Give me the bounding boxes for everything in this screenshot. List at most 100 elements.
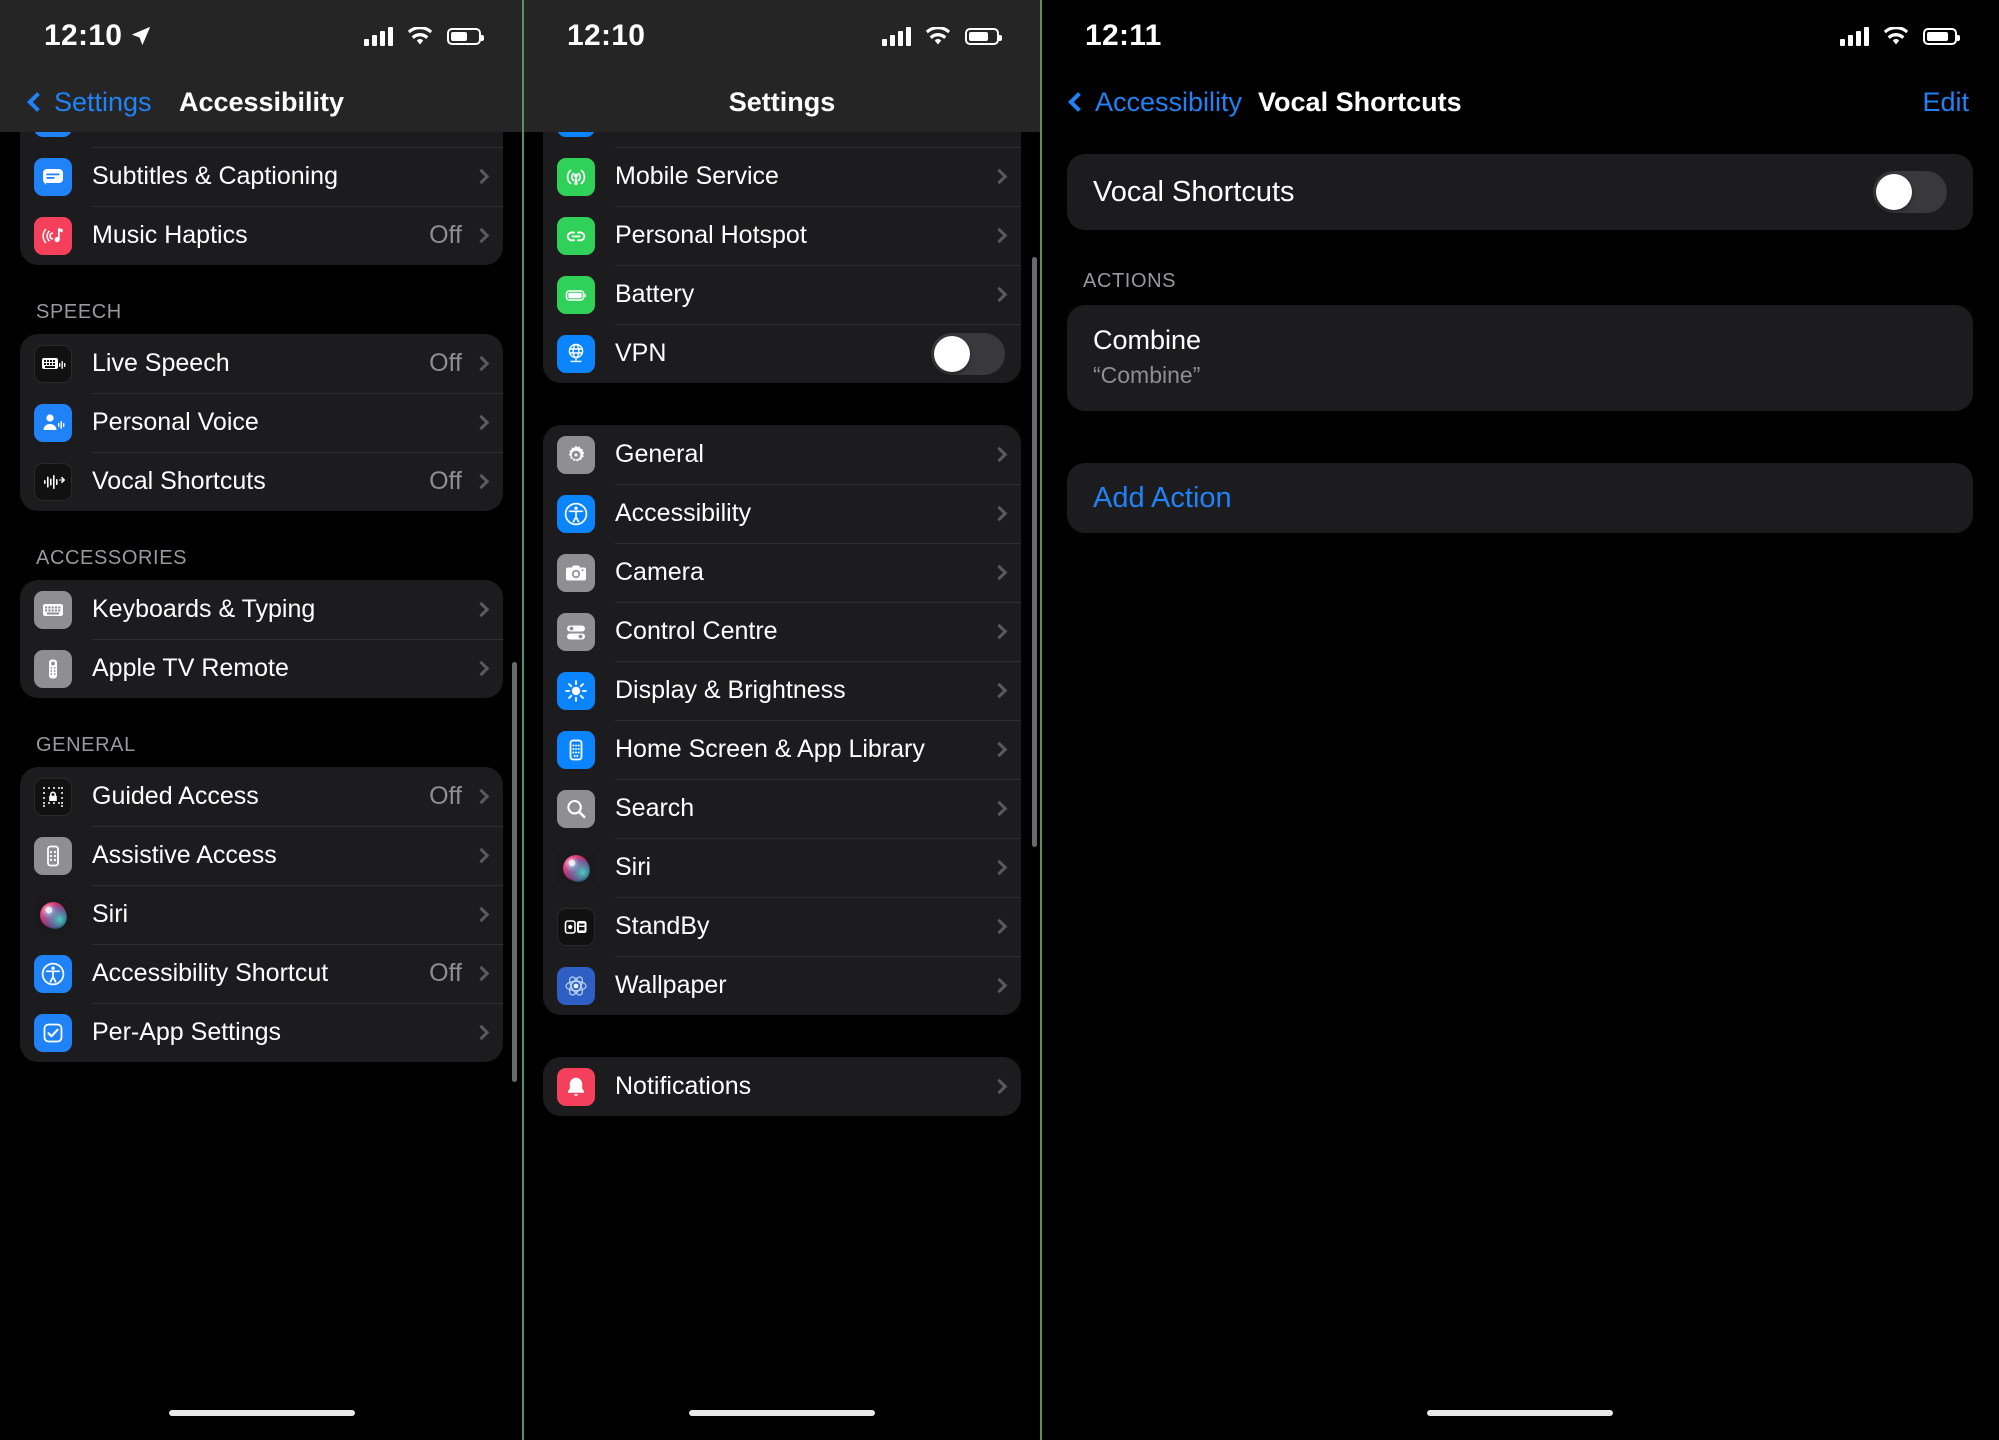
list-item-siri[interactable]: Siri	[543, 838, 1021, 897]
list-item-label: VPN	[615, 339, 667, 367]
list-item-per-app-settings[interactable]: Per-App Settings	[20, 1003, 503, 1062]
list-item-label: Personal Voice	[92, 408, 259, 436]
control-centre-icon	[557, 612, 595, 651]
chevron-right-icon	[991, 168, 1008, 185]
accessibility-scroll-area[interactable]: Audio & Visual Subtitles & Captioning	[0, 132, 523, 1440]
list-item-apple-tv-remote[interactable]: Apple TV Remote	[20, 639, 503, 698]
group-speech: Live Speech Off Personal Voice Vocal Sho…	[20, 334, 503, 511]
chevron-right-icon	[473, 601, 490, 618]
group-vocal-shortcuts-toggle: Vocal Shortcuts	[1067, 154, 1973, 230]
list-item-wallpaper[interactable]: Wallpaper	[543, 956, 1021, 1015]
status-time: 12:10	[567, 19, 646, 52]
phone-screen-settings: 12:10 Settings Bluetooth On	[523, 0, 1041, 1440]
list-item-label: Wallpaper	[615, 971, 727, 999]
group-notifications: Notifications	[543, 1057, 1021, 1116]
list-item-home-screen-app-library[interactable]: Home Screen & App Library	[543, 720, 1021, 779]
list-item-notifications[interactable]: Notifications	[543, 1057, 1021, 1116]
list-item-bluetooth[interactable]: Bluetooth On	[543, 132, 1021, 147]
list-item-accessibility-shortcut[interactable]: Accessibility Shortcut Off	[20, 944, 503, 1003]
status-indicators	[364, 26, 484, 46]
list-item-label: Apple TV Remote	[92, 654, 289, 682]
list-item-camera[interactable]: Camera	[543, 543, 1021, 602]
add-action-button[interactable]: Add Action	[1067, 463, 1973, 533]
list-item-general[interactable]: General	[543, 425, 1021, 484]
cellular-bars-icon	[882, 26, 911, 46]
list-item-battery[interactable]: Battery	[543, 265, 1021, 324]
vocal-shortcuts-list: Vocal Shortcuts ACTIONS Combine “Combine…	[1041, 154, 1999, 533]
list-item-mobile-service[interactable]: Mobile Service	[543, 147, 1021, 206]
chevron-right-icon	[991, 977, 1008, 994]
panel-divider-2	[1040, 0, 1042, 1440]
chevron-right-icon	[473, 1024, 490, 1041]
list-item-personal-voice[interactable]: Personal Voice	[20, 393, 503, 452]
list-item-siri[interactable]: Siri	[20, 885, 503, 944]
list-item-label: StandBy	[615, 912, 710, 940]
list-item-control-centre[interactable]: Control Centre	[543, 602, 1021, 661]
action-title: Combine	[1093, 325, 1202, 355]
personal-voice-icon	[34, 403, 72, 442]
settings-list: Bluetooth On Mobile Service	[523, 132, 1041, 1116]
list-item-label: Live Speech	[92, 349, 230, 377]
vpn-globe-icon	[557, 334, 595, 373]
chevron-right-icon	[991, 564, 1008, 581]
list-item-label: Personal Hotspot	[615, 221, 807, 249]
list-item-subtitles-captioning[interactable]: Subtitles & Captioning	[20, 147, 503, 206]
action-item-combine[interactable]: Combine “Combine”	[1067, 305, 1973, 411]
list-item-music-haptics[interactable]: Music Haptics Off	[20, 206, 503, 265]
settings-scroll-area[interactable]: Bluetooth On Mobile Service	[523, 132, 1041, 1440]
chevron-right-icon	[991, 682, 1008, 699]
chevron-right-icon	[991, 446, 1008, 463]
battery-icon	[965, 27, 1002, 45]
list-item-label: Siri	[92, 900, 129, 928]
scrollbar-mid[interactable]	[1032, 257, 1037, 847]
scrollbar-left[interactable]	[512, 662, 517, 1082]
accessibility-icon	[34, 954, 72, 993]
chevron-right-icon	[473, 355, 490, 372]
chevron-right-icon	[473, 227, 490, 244]
list-item-accessibility[interactable]: Accessibility	[543, 484, 1021, 543]
list-item-vocal-shortcuts[interactable]: Vocal Shortcuts Off	[20, 452, 503, 511]
status-bar-left: 12:10	[0, 0, 523, 72]
vpn-toggle[interactable]	[931, 332, 1005, 375]
home-indicator-left	[0, 1410, 523, 1416]
edit-button[interactable]: Edit	[1922, 87, 1969, 118]
cellular-bars-icon	[364, 26, 393, 46]
back-button-accessibility[interactable]: Accessibility	[1068, 87, 1242, 118]
back-button-settings[interactable]: Settings	[27, 87, 152, 118]
status-time-group: 12:10	[567, 19, 645, 53]
list-item-label: Vocal Shortcuts	[92, 467, 266, 495]
chevron-right-icon	[991, 1078, 1008, 1095]
status-time-group: 12:10	[44, 19, 152, 53]
nav-bar-right: Accessibility Vocal Shortcuts Edit	[1041, 72, 1999, 132]
audio-visual-icon	[34, 132, 72, 137]
list-item-label: Mobile Service	[615, 162, 779, 190]
mobile-service-icon	[557, 157, 595, 196]
list-item-personal-hotspot[interactable]: Personal Hotspot	[543, 206, 1021, 265]
list-item-guided-access[interactable]: Guided Access Off	[20, 767, 503, 826]
list-item-display-brightness[interactable]: Display & Brightness	[543, 661, 1021, 720]
group-add-action: Add Action	[1067, 463, 1973, 533]
list-item-standby[interactable]: StandBy	[543, 897, 1021, 956]
list-item-live-speech[interactable]: Live Speech Off	[20, 334, 503, 393]
chevron-right-icon	[473, 965, 490, 982]
list-item-label: Control Centre	[615, 617, 778, 645]
list-item-label: Home Screen & App Library	[615, 735, 925, 763]
list-item-vpn[interactable]: VPN	[543, 324, 1021, 383]
toggle-row-label: Vocal Shortcuts	[1093, 175, 1295, 208]
row-vocal-shortcuts-toggle[interactable]: Vocal Shortcuts	[1067, 154, 1973, 230]
list-item-audio-visual[interactable]: Audio & Visual	[20, 132, 503, 147]
list-item-search[interactable]: Search	[543, 779, 1021, 838]
list-item-label: Keyboards & Typing	[92, 595, 316, 623]
list-item-assistive-access[interactable]: Assistive Access	[20, 826, 503, 885]
group-accessories: Keyboards & Typing Apple TV Remote	[20, 580, 503, 698]
chevron-right-icon	[991, 859, 1008, 876]
hotspot-link-icon	[557, 216, 595, 255]
status-indicators	[882, 26, 1002, 46]
battery-icon	[1923, 27, 1960, 45]
list-item-keyboards-typing[interactable]: Keyboards & Typing	[20, 580, 503, 639]
battery-icon	[557, 275, 595, 314]
vocal-shortcuts-toggle[interactable]	[1873, 171, 1947, 213]
list-item-value: Off	[429, 467, 462, 495]
list-item-label: Accessibility Shortcut	[92, 959, 329, 987]
chevron-left-icon	[27, 92, 47, 112]
